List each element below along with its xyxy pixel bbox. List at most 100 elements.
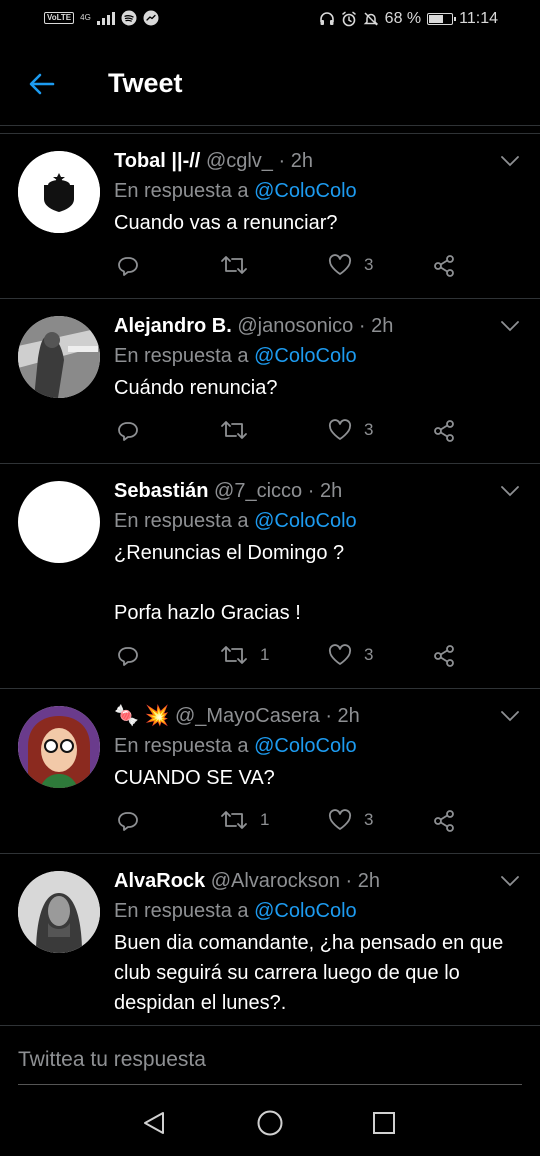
chevron-down-icon [501, 711, 519, 722]
status-left: VoLTE 4G [44, 10, 159, 26]
tweet-header: Alejandro B. @janosonico · 2h [114, 313, 520, 341]
retweet-icon [221, 646, 247, 664]
shield-logo-icon [18, 151, 100, 233]
status-bar: VoLTE 4G 68 % 11:14 [0, 0, 540, 40]
author-handle[interactable]: @_MayoCasera [175, 705, 320, 727]
nav-recents-button[interactable] [367, 1106, 401, 1140]
retweet-button[interactable] [220, 419, 260, 441]
retweet-button[interactable]: 1 [220, 809, 269, 831]
tweet-body: Sebastián @7_cicco · 2h En respuesta a @… [114, 464, 540, 688]
retweet-icon [221, 421, 247, 439]
reply-composer[interactable]: Twittea tu respuesta [0, 1025, 540, 1085]
share-icon [434, 810, 454, 832]
avatar[interactable] [18, 871, 100, 953]
tweet-menu-button[interactable] [500, 154, 520, 172]
tweet-menu-button[interactable] [500, 874, 520, 892]
avatar[interactable] [18, 481, 100, 563]
reply-input[interactable]: Twittea tu respuesta [18, 1048, 206, 1072]
like-count: 3 [364, 255, 374, 274]
tweet-menu-button[interactable] [500, 484, 520, 502]
share-button[interactable] [432, 809, 456, 833]
tweet[interactable]: AlvaRock @Alvarockson · 2h En respuesta … [0, 854, 540, 1018]
author-name[interactable]: Alejandro B. [114, 315, 232, 337]
nav-back-button[interactable] [137, 1106, 171, 1140]
back-button[interactable] [20, 62, 64, 106]
tweet-header: Sebastián @7_cicco · 2h [114, 478, 520, 506]
tweet-header: AlvaRock @Alvarockson · 2h [114, 868, 520, 896]
reply-context: En respuesta a @ColoColo [114, 506, 520, 536]
tweet-text: Cuando vas a renunciar? [114, 212, 338, 234]
retweet-count: 1 [260, 645, 270, 664]
author-name[interactable]: Tobal ||-// [114, 150, 200, 172]
avatar[interactable] [18, 706, 100, 788]
reply-button[interactable] [116, 809, 140, 833]
heart-icon [328, 254, 352, 275]
reply-label: En respuesta a [114, 735, 249, 757]
mention-link[interactable]: @ColoColo [254, 180, 357, 202]
tweet-menu-button[interactable] [500, 709, 520, 727]
author-handle[interactable]: @cglv_ [206, 150, 273, 172]
like-button[interactable]: 3 [328, 254, 373, 276]
tweet[interactable]: Sebastián @7_cicco · 2h En respuesta a @… [0, 464, 540, 689]
retweet-count: 1 [260, 810, 270, 829]
tweet-time: · 2h [345, 870, 380, 892]
like-button[interactable]: 3 [328, 644, 373, 666]
tweet[interactable]: Alejandro B. @janosonico · 2h En respues… [0, 299, 540, 464]
status-right: 68 % 11:14 [319, 10, 498, 28]
retweet-button[interactable] [220, 254, 260, 276]
like-count: 3 [364, 420, 374, 439]
tweet-menu-button[interactable] [500, 319, 520, 337]
author-handle[interactable]: @Alvarockson [211, 870, 340, 892]
mention-link[interactable]: @ColoColo [254, 510, 357, 532]
input-underline [18, 1084, 522, 1085]
author-name[interactable]: 🍬 💥 [114, 705, 169, 727]
tweet-time: · 2h [358, 315, 394, 337]
author-name[interactable]: AlvaRock [114, 870, 205, 892]
share-button[interactable] [432, 419, 456, 443]
reply-icon [118, 812, 138, 831]
headphones-icon [319, 12, 334, 25]
reply-context: En respuesta a @ColoColo [114, 731, 520, 761]
replies-feed[interactable]: Tobal ||-// @cglv_ · 2h En respuesta a @… [0, 133, 540, 1025]
cartoon-avatar-icon [18, 706, 100, 788]
volte-badge: VoLTE [44, 12, 75, 24]
author-name[interactable]: Sebastián [114, 480, 208, 502]
network-type: 4G [80, 13, 91, 22]
reply-label: En respuesta a [114, 510, 249, 532]
mention-link[interactable]: @ColoColo [254, 345, 357, 367]
tweet[interactable]: Tobal ||-// @cglv_ · 2h En respuesta a @… [0, 134, 540, 299]
heart-icon [328, 419, 352, 440]
mention-link[interactable]: @ColoColo [254, 900, 357, 922]
mention-link[interactable]: @ColoColo [254, 735, 357, 757]
chevron-down-icon [501, 321, 519, 332]
square-recents-icon [373, 1112, 395, 1134]
reply-button[interactable] [116, 644, 140, 668]
author-handle[interactable]: @7_cicco [214, 480, 302, 502]
retweet-button[interactable]: 1 [220, 644, 269, 666]
system-nav-bar [0, 1090, 540, 1156]
reply-label: En respuesta a [114, 180, 249, 202]
avatar[interactable] [18, 151, 100, 233]
share-button[interactable] [432, 644, 456, 668]
reply-button[interactable] [116, 419, 140, 443]
like-button[interactable]: 3 [328, 809, 373, 831]
profile-photo-icon [18, 871, 100, 953]
tweet-text: ¿Renuncias el Domingo ? Porfa hazlo Grac… [114, 542, 345, 624]
tweet-time: · 2h [325, 705, 360, 727]
tweet[interactable]: 🍬 💥 @_MayoCasera · 2h En respuesta a @Co… [0, 689, 540, 854]
avatar[interactable] [18, 316, 100, 398]
nav-home-button[interactable] [253, 1106, 287, 1140]
reply-button[interactable] [116, 254, 140, 278]
signal-icon [96, 11, 115, 25]
messenger-icon [143, 10, 159, 26]
author-handle[interactable]: @janosonico [237, 315, 353, 337]
mute-icon [363, 12, 378, 26]
like-button[interactable]: 3 [328, 419, 373, 441]
tweet-text: Buen dia comandante, ¿ha pensado en que … [114, 932, 504, 1014]
tweet-body: 🍬 💥 @_MayoCasera · 2h En respuesta a @Co… [114, 689, 540, 853]
top-app-bar: Tweet [0, 40, 540, 126]
tweet-text: CUANDO SE VA? [114, 767, 275, 789]
share-button[interactable] [432, 254, 456, 278]
chevron-down-icon [501, 486, 519, 497]
triangle-back-icon [144, 1112, 164, 1134]
